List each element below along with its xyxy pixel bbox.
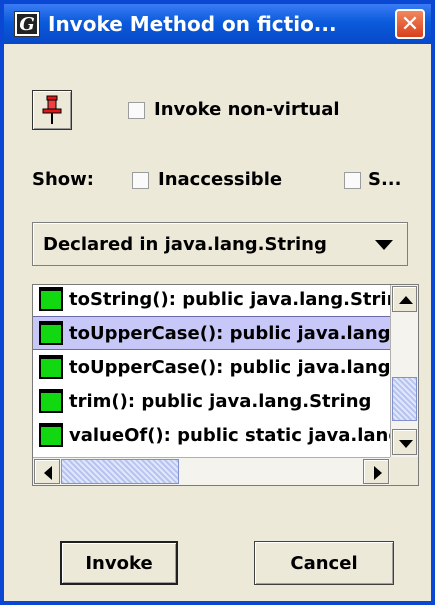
- method-icon: [39, 423, 63, 447]
- invoke-method-dialog: G Invoke Method on fictio... ✕ Invoke no…: [0, 0, 435, 605]
- pin-button[interactable]: [32, 90, 72, 130]
- vertical-scroll-thumb[interactable]: [392, 377, 417, 421]
- vertical-scrollbar[interactable]: [390, 285, 418, 457]
- dropdown-selected-value: Declared in java.lang.String: [43, 234, 327, 255]
- invoke-nonvirtual-label: Invoke non-virtual: [154, 99, 340, 120]
- method-signature: toString(): public java.lang.String: [69, 288, 391, 310]
- title-bar[interactable]: G Invoke Method on fictio... ✕: [4, 4, 431, 44]
- selection-outline: [33, 316, 391, 350]
- app-icon-letter: G: [17, 14, 37, 35]
- scroll-left-button[interactable]: [34, 459, 60, 484]
- scroll-right-button[interactable]: [363, 459, 389, 484]
- method-list[interactable]: toString(): public java.lang.String toUp…: [32, 284, 419, 486]
- list-item[interactable]: toString(): public java.lang.String: [33, 285, 391, 316]
- chevron-down-icon[interactable]: [375, 240, 393, 250]
- inaccessible-label: Inaccessible: [158, 169, 283, 190]
- scroll-down-button[interactable]: [392, 429, 417, 455]
- scrollbar-corner: [390, 457, 418, 485]
- dialog-content: Invoke non-virtual Show: Inaccessible S.…: [4, 44, 431, 601]
- arrow-right-icon: [374, 466, 382, 480]
- method-signature: toUpperCase(): public java.lang.String: [69, 356, 391, 378]
- arrow-up-icon: [399, 296, 413, 304]
- horizontal-scroll-thumb[interactable]: [61, 459, 179, 484]
- scroll-up-button[interactable]: [392, 286, 417, 312]
- method-signature: valueOf(): public static java.lang.Strin…: [69, 424, 391, 446]
- list-item[interactable]: valueOf(): public static java.lang.Strin…: [33, 418, 391, 452]
- arrow-down-icon: [399, 440, 413, 448]
- show-label: Show:: [32, 169, 94, 190]
- close-icon: ✕: [400, 11, 420, 37]
- static-label: S...: [368, 169, 402, 190]
- method-rows: toString(): public java.lang.String toUp…: [33, 285, 391, 457]
- list-item[interactable]: trim(): public java.lang.String: [33, 384, 391, 418]
- invoke-button[interactable]: Invoke: [60, 541, 178, 585]
- pin-icon: [42, 95, 62, 124]
- arrow-left-icon: [44, 466, 52, 480]
- method-icon: [39, 389, 63, 413]
- static-checkbox[interactable]: [344, 172, 361, 189]
- method-icon: [39, 287, 63, 311]
- window-title: Invoke Method on fictio...: [48, 12, 337, 36]
- horizontal-scrollbar[interactable]: [33, 457, 391, 485]
- inaccessible-checkbox[interactable]: [132, 172, 149, 189]
- cancel-button[interactable]: Cancel: [254, 541, 394, 585]
- close-button[interactable]: ✕: [395, 9, 425, 39]
- declared-in-dropdown[interactable]: Declared in java.lang.String: [32, 222, 408, 266]
- method-icon: [39, 355, 63, 379]
- invoke-nonvirtual-checkbox[interactable]: [128, 102, 145, 119]
- method-signature: trim(): public java.lang.String: [69, 390, 372, 412]
- list-item[interactable]: toUpperCase(): public java.lang.String: [33, 350, 391, 384]
- app-icon: G: [14, 11, 40, 37]
- list-item-selected[interactable]: toUpperCase(): public java.lang.String: [33, 316, 391, 350]
